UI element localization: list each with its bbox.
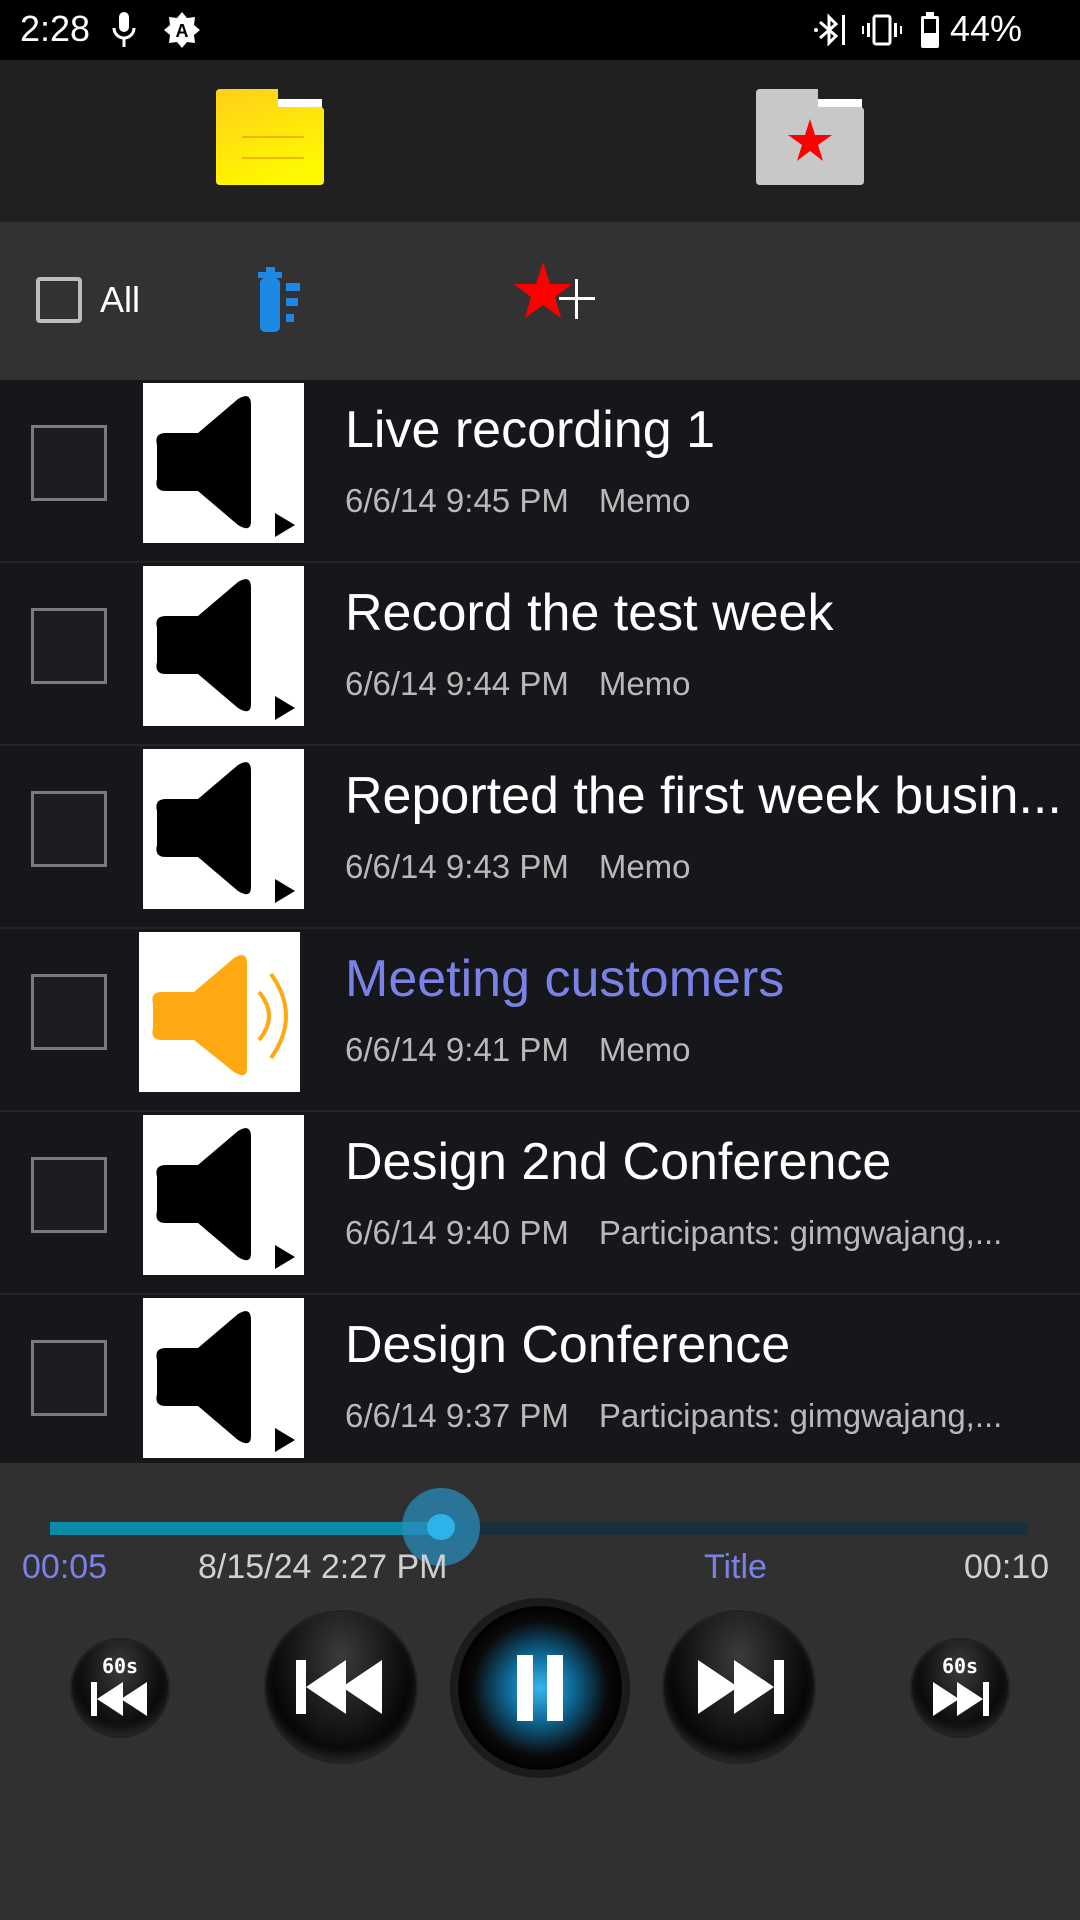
- recording-note: Participants: gimgwajang,...: [598, 1214, 1003, 1251]
- recording-title: Record the test week: [345, 584, 834, 642]
- recording-row[interactable]: Meeting customers 6/6/14 9:41 PM Memo: [0, 929, 1080, 1112]
- all-recordings-tab[interactable]: [0, 60, 540, 222]
- folder-tabs: [0, 60, 1080, 222]
- recording-row[interactable]: Design Conference 6/6/14 9:37 PM Particip…: [0, 1295, 1080, 1463]
- recording-note: Memo: [598, 482, 691, 519]
- recording-date: 6/6/14 9:44 PM: [345, 665, 569, 702]
- skip-back-label: 60s: [101, 1654, 139, 1678]
- recording-date: 6/6/14 9:40 PM: [345, 1214, 569, 1251]
- speaker-icon: [143, 749, 304, 909]
- trash-list-icon: [258, 267, 342, 338]
- fast-forward-icon: [931, 1682, 989, 1716]
- speaker-icon: [143, 566, 304, 726]
- recording-title: Meeting customers: [345, 950, 785, 1008]
- status-bar: 2:28 A 44%: [0, 0, 1080, 60]
- recorded-date: 8/15/24 2:27 PM: [198, 1548, 448, 1586]
- speaker-icon: [143, 1298, 304, 1458]
- recording-date: 6/6/14 9:41 PM: [345, 1031, 569, 1068]
- skip-back-60s-button[interactable]: 60s: [72, 1640, 168, 1736]
- vibrate-icon: [862, 10, 902, 55]
- next-button[interactable]: [664, 1612, 814, 1762]
- recording-title: Design 2nd Conference: [345, 1133, 892, 1191]
- speaker-playing-icon: [139, 932, 300, 1092]
- recording-meta: 6/6/14 9:44 PM Memo: [345, 665, 691, 703]
- favorites-tab[interactable]: [540, 60, 1080, 222]
- battery-icon: [918, 10, 942, 55]
- recording-note: Memo: [598, 848, 691, 885]
- skip-previous-icon: [296, 1660, 386, 1714]
- skip-forward-60s-button[interactable]: 60s: [912, 1640, 1008, 1736]
- recordings-list[interactable]: Live recording 1 6/6/14 9:45 PM Memo Reco…: [0, 380, 1080, 1463]
- recording-meta: 6/6/14 9:41 PM Memo: [345, 1031, 691, 1069]
- folder-icon: [212, 88, 328, 194]
- row-checkbox[interactable]: [31, 791, 107, 867]
- add-favorite-button[interactable]: [514, 260, 614, 335]
- elapsed-time: 00:05: [22, 1548, 108, 1586]
- recording-row[interactable]: Record the test week 6/6/14 9:44 PM Memo: [0, 563, 1080, 746]
- recording-date: 6/6/14 9:45 PM: [345, 482, 569, 519]
- row-checkbox[interactable]: [31, 425, 107, 501]
- recording-date: 6/6/14 9:37 PM: [345, 1397, 569, 1434]
- track-title: Title: [704, 1548, 767, 1586]
- recording-row[interactable]: Design 2nd Conference 6/6/14 9:40 PM Part…: [0, 1112, 1080, 1295]
- auto-brightness-icon: A: [162, 10, 202, 55]
- recording-meta: 6/6/14 9:43 PM Memo: [345, 848, 691, 886]
- recording-meta: 6/6/14 9:45 PM Memo: [345, 482, 691, 520]
- recording-note: Memo: [598, 1031, 691, 1068]
- clock: 2:28: [20, 8, 91, 49]
- pause-icon: [517, 1655, 563, 1721]
- recording-date: 6/6/14 9:43 PM: [345, 848, 569, 885]
- skip-next-icon: [694, 1660, 784, 1714]
- delete-button[interactable]: [258, 264, 342, 339]
- seek-bar[interactable]: [50, 1488, 1028, 1566]
- row-checkbox[interactable]: [31, 608, 107, 684]
- skip-forward-label: 60s: [941, 1654, 979, 1678]
- battery-percent: 44%: [950, 8, 1023, 49]
- row-checkbox[interactable]: [31, 1157, 107, 1233]
- previous-button[interactable]: [266, 1612, 416, 1762]
- recording-note: Participants: gimgwajang,...: [598, 1397, 1003, 1434]
- recording-title: Design Conference: [345, 1316, 791, 1374]
- star-folder-icon: [752, 88, 868, 194]
- recording-note: Memo: [598, 665, 691, 702]
- row-checkbox[interactable]: [31, 974, 107, 1050]
- recording-title: Live recording 1: [345, 401, 715, 459]
- recording-row[interactable]: Reported the first week busin... 6/6/14 …: [0, 746, 1080, 929]
- star-plus-icon: [514, 262, 614, 334]
- seek-progress: [50, 1522, 442, 1535]
- action-toolbar: All: [0, 222, 1080, 380]
- recording-row[interactable]: Live recording 1 6/6/14 9:45 PM Memo: [0, 380, 1080, 563]
- svg-text:A: A: [176, 21, 189, 41]
- pause-button[interactable]: [458, 1606, 622, 1770]
- recording-meta: 6/6/14 9:40 PM Participants: gimgwajang,.…: [345, 1214, 1002, 1252]
- microphone-icon: [110, 10, 138, 55]
- bluetooth-icon: [812, 10, 852, 55]
- rewind-icon: [91, 1682, 149, 1716]
- speaker-icon: [143, 1115, 304, 1275]
- recording-meta: 6/6/14 9:37 PM Participants: gimgwajang,.…: [345, 1397, 1002, 1435]
- speaker-icon: [143, 383, 304, 543]
- recording-title: Reported the first week busin...: [345, 767, 1062, 825]
- select-all-label: All: [100, 279, 141, 320]
- total-duration: 00:10: [964, 1548, 1050, 1586]
- row-checkbox[interactable]: [31, 1340, 107, 1416]
- checkbox-icon[interactable]: [36, 277, 82, 323]
- select-all-checkbox[interactable]: All: [36, 277, 140, 323]
